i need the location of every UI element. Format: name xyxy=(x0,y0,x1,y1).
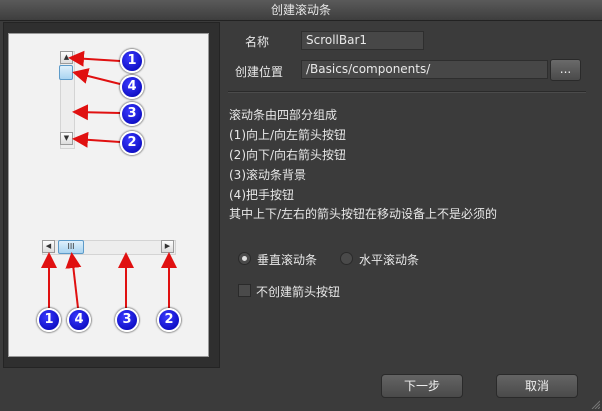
callout-1-vertical: 1 xyxy=(120,49,144,73)
arrow-to-vertical-thumb xyxy=(72,68,121,85)
divider xyxy=(228,91,586,93)
radio-vertical-label[interactable]: 垂直滚动条 xyxy=(257,251,317,268)
description-line-4: (3)滚动条背景 xyxy=(229,168,306,182)
radio-horizontal[interactable] xyxy=(340,252,353,265)
name-label: 名称 xyxy=(245,35,270,49)
next-button[interactable]: 下一步 xyxy=(381,374,463,398)
no-arrow-buttons-checkbox[interactable] xyxy=(238,284,251,297)
callout-1-horizontal: 1 xyxy=(37,308,61,332)
cancel-button[interactable]: 取消 xyxy=(496,374,578,398)
callout-3-horizontal: 3 xyxy=(115,308,139,332)
description-line-5: (4)把手按钮 xyxy=(229,188,294,202)
callout-2-vertical: 2 xyxy=(120,131,144,155)
description-line-6: 其中上下/左右的箭头按钮在移动设备上不是必须的 xyxy=(229,207,498,221)
callout-4-vertical: 4 xyxy=(120,75,144,99)
arrow-to-up-button xyxy=(68,50,121,67)
arrow-to-horizontal-thumb xyxy=(65,252,82,309)
location-input[interactable]: /Basics/components/ xyxy=(301,60,548,79)
radio-selected-dot xyxy=(242,256,247,261)
callout-2-horizontal: 2 xyxy=(157,308,181,332)
name-input[interactable]: ScrollBar1 xyxy=(301,31,424,50)
arrow-to-vertical-track xyxy=(72,104,121,121)
location-label: 创建位置 xyxy=(235,65,284,79)
resize-grip-icon[interactable] xyxy=(590,399,600,409)
callout-4-horizontal: 4 xyxy=(67,308,91,332)
description-line-2: (1)向上/向左箭头按钮 xyxy=(229,128,347,142)
radio-horizontal-label[interactable]: 水平滚动条 xyxy=(359,251,419,268)
arrow-to-down-button xyxy=(72,131,121,148)
callout-3-vertical: 3 xyxy=(120,102,144,126)
browse-button[interactable]: ... xyxy=(550,59,581,81)
description-line-1: 滚动条由四部分组成 xyxy=(229,108,338,122)
description-line-3: (2)向下/向右箭头按钮 xyxy=(229,148,347,162)
radio-vertical[interactable] xyxy=(238,252,251,265)
no-arrow-buttons-label[interactable]: 不创建箭头按钮 xyxy=(256,283,340,300)
